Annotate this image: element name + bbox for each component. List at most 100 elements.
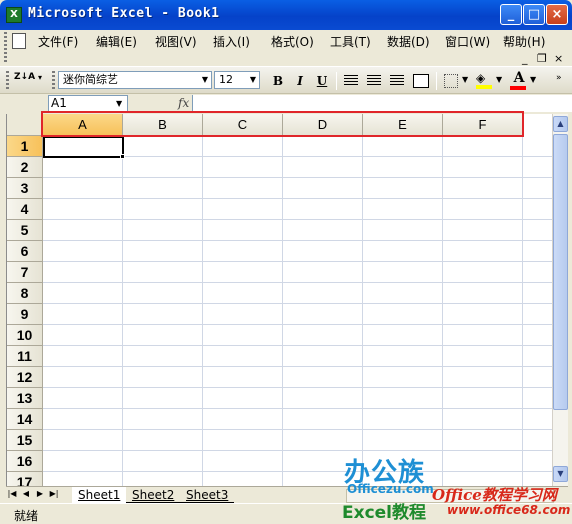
doc-minimize-button[interactable]: _ [522,52,528,65]
minimize-button[interactable]: _ [500,4,522,25]
row-header-12[interactable]: 12 [7,367,43,388]
gridline-horizontal [43,303,552,304]
toolbar-overflow-icon[interactable]: » [556,73,562,83]
scroll-thumb[interactable] [553,134,568,410]
select-all-corner[interactable] [7,114,43,136]
row-header-5[interactable]: 5 [7,220,43,241]
chevron-down-icon[interactable]: ▼ [530,75,536,84]
fill-color-swatch [476,85,492,89]
toolbar-separator [336,72,337,90]
row-header-16[interactable]: 16 [7,451,43,472]
menu-insert[interactable]: 插入(I) [213,33,250,50]
row-header-11[interactable]: 11 [7,346,43,367]
chevron-down-icon[interactable]: ▼ [116,99,122,108]
gridline-horizontal [43,408,552,409]
gridline-vertical [282,136,283,486]
menu-data[interactable]: 数据(D) [387,33,430,50]
maximize-button[interactable]: □ [523,4,545,25]
font-color-swatch [510,86,526,90]
gridline-horizontal [43,219,552,220]
gridline-horizontal [43,387,552,388]
gridline-horizontal [43,324,552,325]
spreadsheet-grid[interactable]: ABCDEF 1 2 3 4 5 6 7 8 9 10 11 12 13 14 15 16 17 [6,114,552,486]
close-button[interactable]: × [546,4,568,25]
scroll-down-icon[interactable]: ▼ [553,466,568,482]
tab-sheet2[interactable]: Sheet2 [126,487,181,503]
formula-input[interactable] [192,95,572,112]
tab-sheet1[interactable]: Sheet1 [72,487,127,503]
chevron-down-icon[interactable]: ▼ [462,75,468,84]
merge-center-icon[interactable] [413,74,429,88]
toolbar-grip[interactable] [52,71,55,89]
doc-close-button[interactable]: × [554,52,563,65]
font-color-icon[interactable]: A [512,70,526,86]
formatting-toolbar: Z↓A ▾ 迷你简综艺 ▼ 12 ▼ B I U ▼ ◈ ▼ A ▼ » [0,66,572,94]
fill-color-icon[interactable]: ◈ [476,72,492,84]
menu-bar: 文件(F) 编辑(E) 视图(V) 插入(I) 格式(O) 工具(T) 数据(D… [0,30,572,65]
gridline-horizontal [43,471,552,472]
row-header-4[interactable]: 4 [7,199,43,220]
watermark-office: Office教程学习网 [432,486,557,504]
italic-button[interactable]: I [290,72,310,90]
align-right-icon[interactable] [390,75,404,87]
row-header-6[interactable]: 6 [7,241,43,262]
bold-button[interactable]: B [268,72,288,90]
chevron-down-icon[interactable]: ▼ [200,73,210,87]
first-sheet-icon[interactable]: |◀ [6,489,18,498]
toolbar-grip[interactable] [6,71,9,89]
menu-view[interactable]: 视图(V) [155,33,197,50]
font-size-select[interactable]: 12 ▼ [214,71,260,89]
menu-file[interactable]: 文件(F) [38,33,78,50]
fill-handle[interactable] [120,154,125,159]
gridline-horizontal [43,261,552,262]
gridline-vertical [122,136,123,486]
gridline-vertical [362,136,363,486]
gridline-horizontal [43,240,552,241]
row-header-1[interactable]: 1 [7,136,43,157]
borders-icon[interactable] [444,74,458,88]
document-icon[interactable] [12,33,26,49]
gridline-horizontal [43,282,552,283]
row-header-7[interactable]: 7 [7,262,43,283]
menu-format[interactable]: 格式(O) [271,33,314,50]
menu-tools[interactable]: 工具(T) [330,33,371,50]
menu-help[interactable]: 帮助(H) [503,33,545,50]
next-sheet-icon[interactable]: ▶ [34,489,46,498]
row-header-13[interactable]: 13 [7,388,43,409]
menu-edit[interactable]: 编辑(E) [96,33,137,50]
row-header-9[interactable]: 9 [7,304,43,325]
gridline-horizontal [43,450,552,451]
vertical-scrollbar[interactable]: ▲ ▼ [552,114,568,486]
scroll-up-icon[interactable]: ▲ [553,116,568,132]
watermark-site: Officezu.com [347,482,434,496]
font-size-value: 12 [219,73,233,86]
row-header-15[interactable]: 15 [7,430,43,451]
font-name-select[interactable]: 迷你简综艺 ▼ [58,71,212,89]
doc-restore-button[interactable]: ❐ [537,52,547,65]
gridline-vertical [442,136,443,486]
prev-sheet-icon[interactable]: ◀ [20,489,32,498]
title-bar[interactable]: X Microsoft Excel - Book1 _ □ × [0,0,572,30]
chevron-down-icon[interactable]: ▼ [248,73,258,87]
row-header-17[interactable]: 17 [7,472,43,486]
active-cell[interactable] [43,136,124,158]
chevron-down-icon[interactable]: ▼ [496,75,502,84]
align-left-icon[interactable] [344,75,358,87]
gridline-horizontal [43,345,552,346]
sort-icon[interactable]: Z↓A [14,72,35,90]
row-header-14[interactable]: 14 [7,409,43,430]
row-header-2[interactable]: 2 [7,157,43,178]
menu-window[interactable]: 窗口(W) [445,33,490,50]
row-header-10[interactable]: 10 [7,325,43,346]
gridline-horizontal [43,177,552,178]
tab-sheet3[interactable]: Sheet3 [180,487,235,503]
fx-icon[interactable]: fx [178,96,189,110]
underline-button[interactable]: U [312,72,332,90]
excel-icon[interactable]: X [6,7,22,23]
toolbar-options-icon[interactable]: ▾ [38,73,46,89]
align-center-icon[interactable] [367,75,381,87]
last-sheet-icon[interactable]: ▶| [48,489,60,498]
toolbar-grip[interactable] [4,32,7,64]
row-header-8[interactable]: 8 [7,283,43,304]
row-header-3[interactable]: 3 [7,178,43,199]
